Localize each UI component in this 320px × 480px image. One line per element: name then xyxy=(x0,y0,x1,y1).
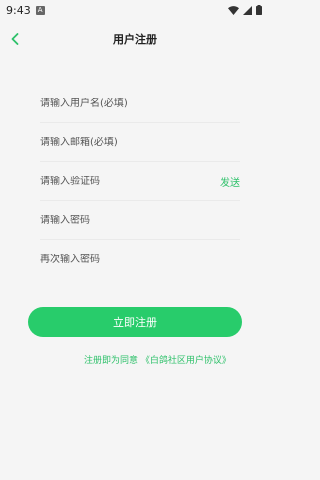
status-right xyxy=(228,5,262,15)
status-time: 9:43 xyxy=(6,3,31,17)
notification-icon: A xyxy=(35,5,45,15)
password-row xyxy=(40,201,240,240)
send-code-button[interactable]: 发送 xyxy=(220,174,240,189)
signal-icon xyxy=(243,5,252,15)
email-row xyxy=(40,123,240,162)
verification-code-input[interactable] xyxy=(40,175,190,187)
register-button[interactable]: 立即注册 xyxy=(28,307,242,337)
confirm-password-row xyxy=(40,240,240,279)
username-row xyxy=(40,84,240,123)
registration-form: 发送 xyxy=(40,84,240,279)
status-bar: 9:43 A xyxy=(0,0,270,20)
agreement-link[interactable]: 注册即为同意 《白鸽社区用户协议》 xyxy=(84,353,231,366)
wifi-icon xyxy=(228,5,239,15)
chevron-left-icon xyxy=(11,33,19,45)
battery-icon xyxy=(256,5,262,15)
status-left: 9:43 A xyxy=(6,4,45,17)
page-title: 用户注册 xyxy=(113,33,157,46)
confirm-password-input[interactable] xyxy=(40,254,190,265)
back-button[interactable] xyxy=(4,27,26,51)
email-input[interactable] xyxy=(40,136,190,148)
password-input[interactable] xyxy=(40,214,190,226)
username-input[interactable] xyxy=(40,97,190,109)
code-row: 发送 xyxy=(40,162,240,201)
app-bar: 用户注册 xyxy=(0,24,270,54)
